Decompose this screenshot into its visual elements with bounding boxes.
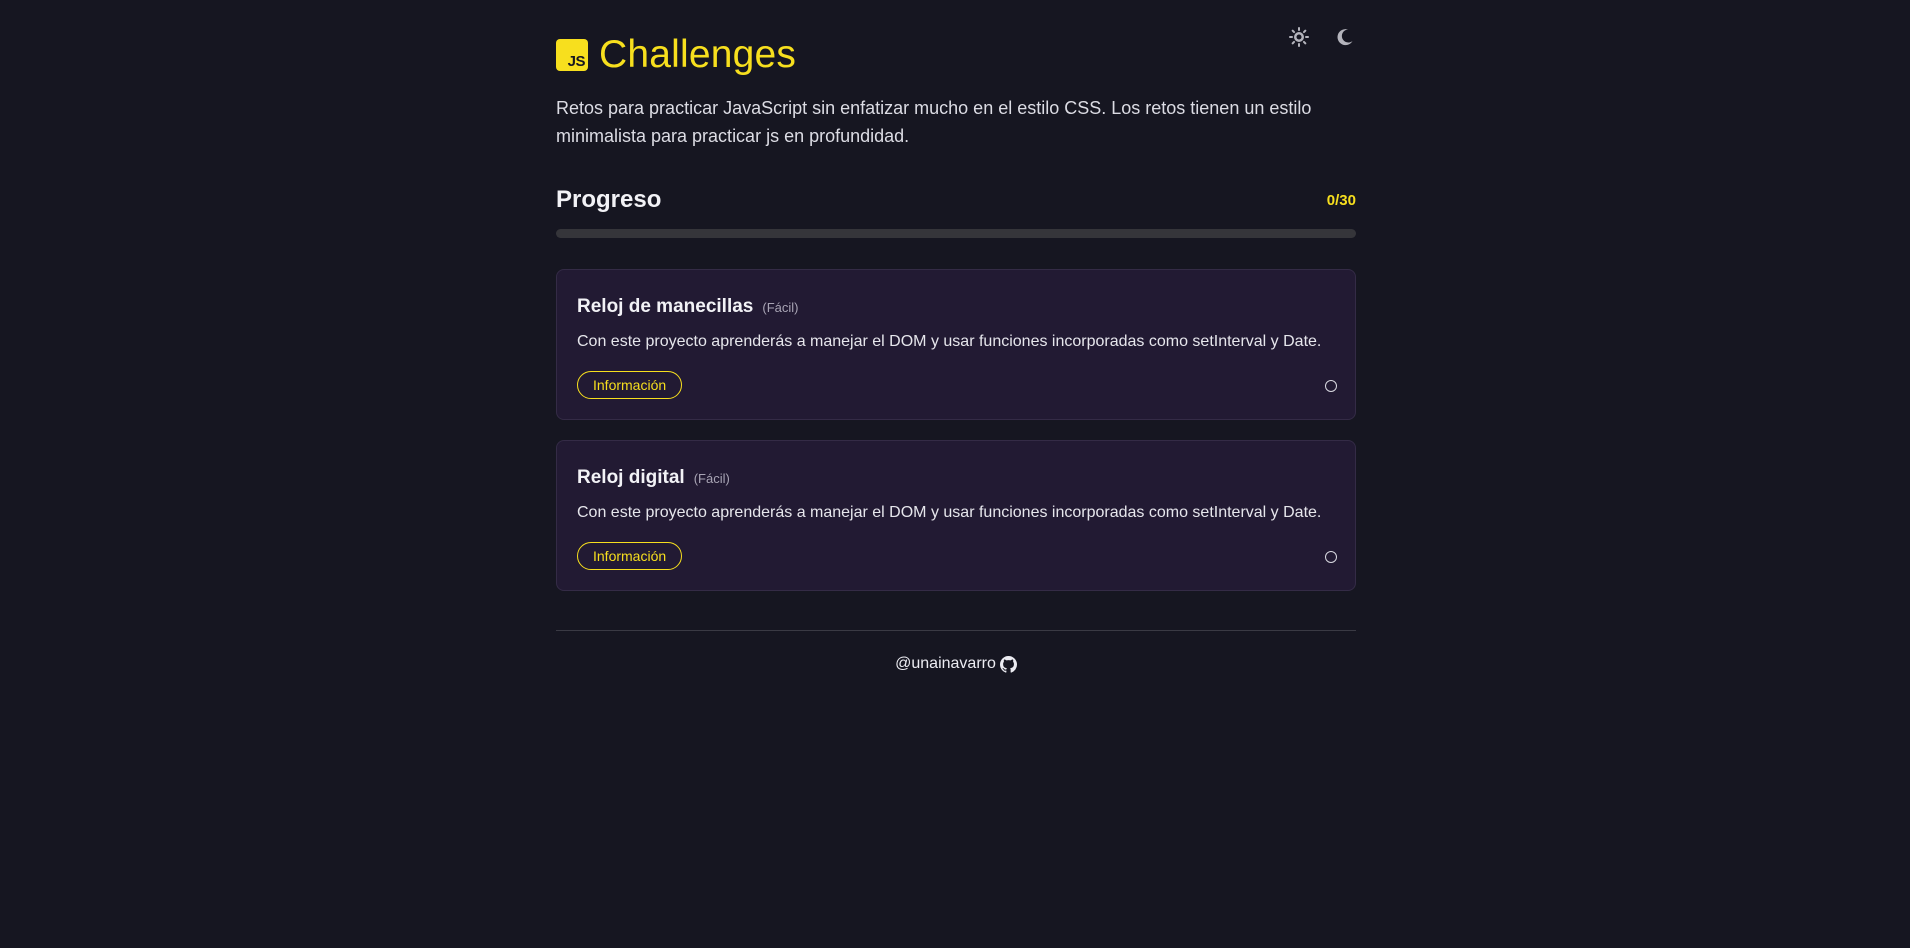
progress-bar: [556, 229, 1356, 238]
js-logo-text: JS: [567, 53, 586, 70]
sun-icon: [1289, 27, 1309, 47]
author-link[interactable]: @unainavarro: [895, 655, 996, 673]
challenge-title-row: Reloj de manecillas (Fácil): [577, 296, 798, 318]
challenge-title: Reloj de manecillas: [577, 296, 754, 317]
info-button[interactable]: Información: [577, 371, 683, 399]
info-button[interactable]: Información: [577, 542, 683, 570]
progress-count: 0/30: [1326, 191, 1356, 209]
footer-divider: [556, 630, 1356, 631]
challenge-difficulty: (Fácil): [693, 471, 730, 486]
challenge-description: Con este proyecto aprenderás a manejar e…: [577, 504, 1322, 521]
moon-icon: [1337, 29, 1353, 46]
challenge-difficulty: (Fácil): [762, 300, 799, 315]
page-title: Challenges: [599, 33, 797, 76]
brand: JS Challenges: [556, 33, 796, 77]
page-description: Retos para practicar JavaScript sin enfa…: [556, 98, 1312, 146]
header: JS Challenges: [556, 0, 1356, 82]
js-logo-icon: JS: [556, 39, 588, 71]
progress-header: Progreso 0/30: [556, 186, 1356, 214]
theme-controls: [1288, 26, 1356, 48]
challenge-card: Reloj digital (Fácil) Con este proyecto …: [556, 440, 1356, 591]
light-theme-button[interactable]: [1288, 26, 1310, 48]
challenge-card: Reloj de manecillas (Fácil) Con este pro…: [556, 269, 1356, 420]
footer: @unainavarro: [556, 655, 1356, 673]
page-container: JS Challenges Retos para practicar JavaS…: [556, 0, 1356, 673]
challenge-title: Reloj digital: [577, 467, 685, 488]
challenge-description: Con este proyecto aprenderás a manejar e…: [577, 333, 1322, 350]
progress-title: Progreso: [556, 186, 662, 213]
completion-status-icon[interactable]: [1325, 551, 1337, 563]
challenge-title-row: Reloj digital (Fácil): [577, 467, 730, 489]
completion-status-icon[interactable]: [1325, 380, 1337, 392]
dark-theme-button[interactable]: [1334, 26, 1356, 48]
github-icon[interactable]: [999, 655, 1017, 673]
